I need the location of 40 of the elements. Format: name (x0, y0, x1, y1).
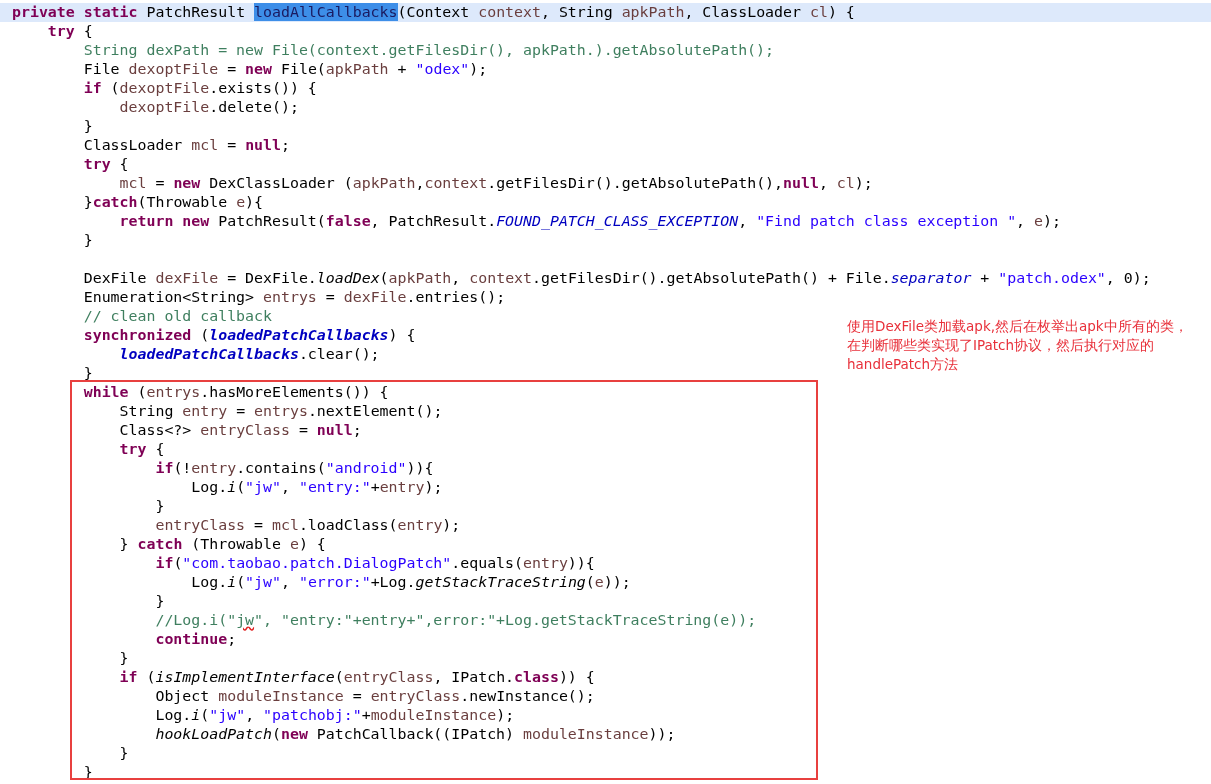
code-text: try { (118, 440, 165, 459)
code-text: try { (46, 22, 93, 41)
code-text: }catch(Throwable e){ (82, 193, 264, 212)
code-text: entryClass = mcl.loadClass(entry); (154, 516, 461, 535)
code-text: try { (82, 155, 129, 174)
code-text: Object moduleInstance = entryClass.newInstance(); (154, 687, 595, 706)
code-text: if(!entry.contains("android")){ (154, 459, 434, 478)
code-text: ClassLoader mcl = null; (82, 136, 290, 155)
code-text: //Log.i("jw", "entry:"+entry+",error:"+Log.getStackTraceString(e)); (154, 611, 757, 630)
code-text: } catch (Throwable e) { (118, 535, 326, 554)
code-text: if (dexoptFile.exists()) { (82, 79, 317, 98)
code-text: while (entrys.hasMoreElements()) { (82, 383, 389, 402)
code-text: } (154, 497, 165, 516)
code-text: mcl = new DexClassLoader (apkPath,context.getFilesDir().getAbsolutePath(),null, cl); (118, 174, 873, 193)
code-text: } (82, 364, 93, 383)
code-text: Class<?> entryClass = null; (118, 421, 362, 440)
annotation-note: 使用DexFile类加载apk,然后在枚举出apk中所有的类，在判断哪些类实现了IPatch协议，然后执行对应的handlePatch方法 (847, 317, 1189, 374)
code-text: return new PatchResult(false, PatchResult.FOUND_PATCH_CLASS_EXCEPTION, "Find patch class exception ", e); (118, 212, 1061, 231)
code-text: dexoptFile.delete(); (118, 98, 299, 117)
code-text: private static PatchResult loadAllCallbacks(Context context, String apkPath, ClassLoader cl) { (12, 3, 855, 22)
code-text: Log.i("jw", "patchobj:"+moduleInstance); (154, 706, 515, 725)
code-text: } (118, 649, 129, 668)
code-text: if("com.taobao.patch.DialogPatch".equals(entry)){ (154, 554, 595, 573)
code-text: } (82, 117, 93, 136)
code-text: DexFile dexFile = DexFile.loadDex(apkPath, context.getFilesDir().getAbsolutePath() + File.separator + "patch.odex", 0); (82, 269, 1151, 288)
code-text: } (154, 592, 165, 611)
code-text: Log.i("jw", "entry:"+entry); (190, 478, 443, 497)
code-text: continue; (154, 630, 237, 649)
code-text: String entry = entrys.nextElement(); (118, 402, 443, 421)
code-text: String dexPath = new File(context.getFilesDir(), apkPath.).getAbsolutePath(); (82, 41, 775, 60)
code-text: // clean old callback (82, 307, 272, 326)
code-text: } (82, 231, 93, 250)
code-text: Log.i("jw", "error:"+Log.getStackTraceString(e)); (190, 573, 631, 592)
code-text: Enumeration<String> entrys = dexFile.entries(); (82, 288, 506, 307)
code-text: synchronized (loadedPatchCallbacks) { (82, 326, 416, 345)
code-text: if (isImplementInterface(entryClass, IPatch.class)) { (118, 668, 595, 687)
code-text: hookLoadPatch(new PatchCallback((IPatch) moduleInstance)); (154, 725, 676, 744)
code-text: } (118, 744, 129, 763)
code-text: loadedPatchCallbacks.clear(); (118, 345, 380, 364)
code-text: File dexoptFile = new File(apkPath + "odex"); (82, 60, 488, 79)
